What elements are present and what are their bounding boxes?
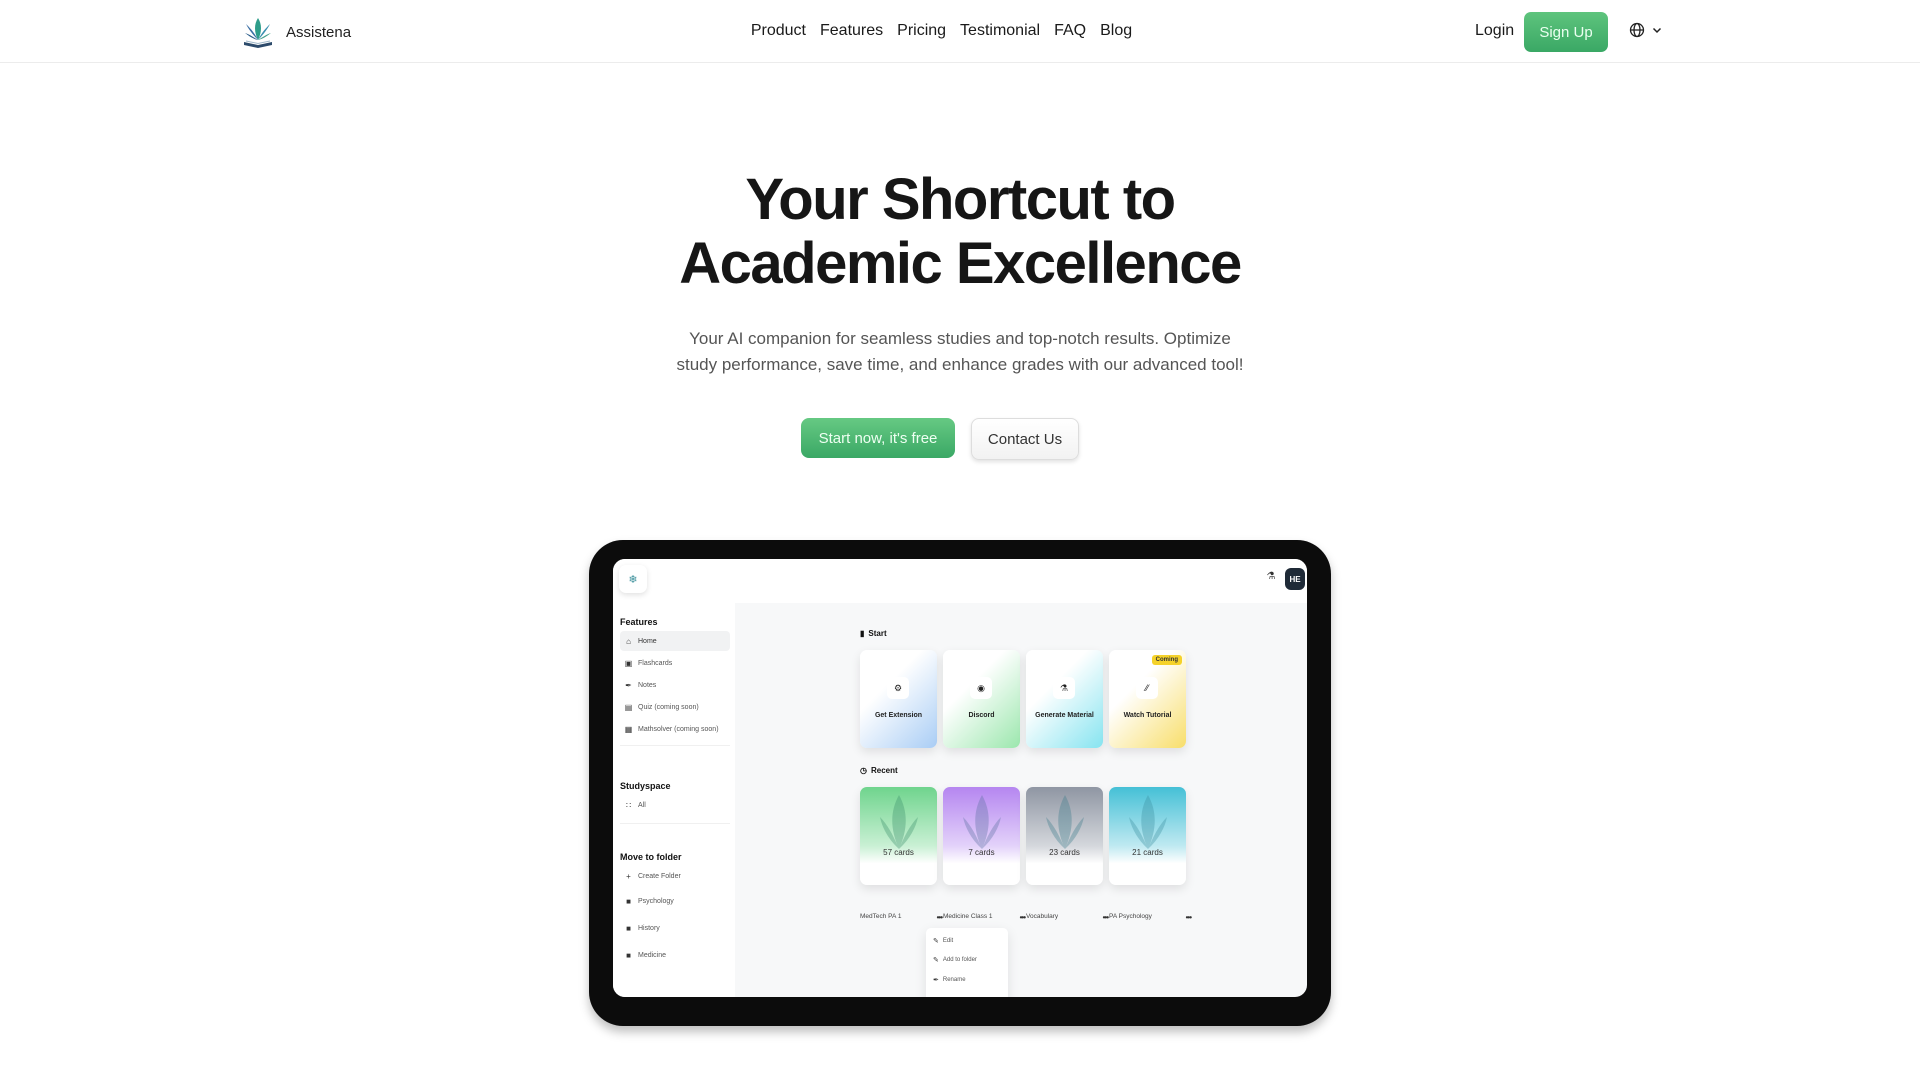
folder-icon: ■ <box>626 896 631 906</box>
app-logo-icon: ❄ <box>619 565 647 593</box>
deck-card: 23 cards <box>1026 787 1103 885</box>
more-options-icon: ••• <box>1185 913 1192 922</box>
app-screenshot: ❄ ⚗ HE Features ⌂ Home ▣ Flashcards ✒ Notes… <box>613 559 1307 997</box>
calculator-icon: ▦ <box>624 724 633 734</box>
deck-card: 7 cards <box>943 787 1020 885</box>
grid-icon: ∷ <box>625 800 632 810</box>
sidebar-item-history: ■ History <box>620 918 730 938</box>
globe-icon <box>1629 22 1645 38</box>
nav-link-faq[interactable]: FAQ <box>1054 22 1086 40</box>
deck-name-row: Medicine Class 1 ••• <box>943 913 1026 922</box>
start-card-discord: ◉ Discord <box>943 650 1020 748</box>
app-sidebar: Features ⌂ Home ▣ Flashcards ✒ Notes ▤ Quiz … <box>613 603 735 997</box>
login-link[interactable]: Login <box>1475 22 1514 40</box>
leaf-icon <box>963 795 1001 849</box>
nav-link-product[interactable]: Product <box>751 22 806 40</box>
deck-context-menu: ✎ Edit ✎ Add to folder ✒ Rename <box>926 928 1008 997</box>
sidebar-divider <box>620 745 730 746</box>
sidebar-item-mathsolver: ▦ Mathsolver (coming soon) <box>624 724 719 734</box>
deck-card: 57 cards <box>860 787 937 885</box>
sidebar-item-psychology: ■ Psychology <box>620 891 730 911</box>
context-item-rename: ✒ Rename <box>933 977 966 984</box>
top-navbar: Assistena Product Features Pricing Testi… <box>0 0 1920 63</box>
sidebar-heading-features: Features <box>620 617 658 627</box>
sidebar-heading-folders: Move to folder <box>620 852 682 862</box>
deck-card: 21 cards <box>1109 787 1186 885</box>
nav-link-features[interactable]: Features <box>820 22 883 40</box>
context-item-edit: ✎ Edit <box>933 938 954 945</box>
clock-icon: ◷ <box>860 766 867 775</box>
sidebar-item-medicine: ■ Medicine <box>620 945 730 965</box>
hero-title-line-1: Your Shortcut to <box>745 167 1176 232</box>
hero-subtitle-line-1: Your AI companion for seamless studies a… <box>689 329 1231 348</box>
start-card-watch-tutorial: Coming ⁄⁄ Watch Tutorial <box>1109 650 1186 748</box>
sidebar-item-quiz: ▤ Quiz (coming soon) <box>624 702 699 712</box>
discord-icon: ◉ <box>970 677 992 699</box>
deck-name-row: Vocabulary ••• <box>1026 913 1109 922</box>
sidebar-item-flashcards: ▣ Flashcards <box>624 658 673 668</box>
hero-cta-group: Start now, it's free Contact Us <box>0 418 1920 460</box>
start-card-get-extension: ⚙ Get Extension <box>860 650 937 748</box>
tablet-mockup: ❄ ⚗ HE Features ⌂ Home ▣ Flashcards ✒ Notes… <box>589 540 1331 1026</box>
avatar: HE <box>1285 568 1305 590</box>
sidebar-item-all: ∷ All <box>625 800 646 810</box>
puzzle-icon: ⚙ <box>887 677 909 699</box>
quiz-icon: ▤ <box>624 702 633 712</box>
sidebar-heading-studyspace: Studyspace <box>620 781 671 791</box>
recent-heading: ◷ Recent <box>860 766 898 775</box>
edit-icon: ✎ <box>933 938 939 945</box>
chevron-down-icon <box>1652 27 1662 34</box>
hero-subtitle: Your AI companion for seamless studies a… <box>0 326 1920 378</box>
more-options-icon: ••• <box>936 913 943 922</box>
flashcards-icon: ▣ <box>624 658 633 668</box>
deck-name-row: PA Psychology ••• <box>1109 913 1192 922</box>
hero-subtitle-line-2: study performance, save time, and enhanc… <box>676 355 1244 374</box>
context-item-add-to-folder: ✎ Add to folder <box>933 957 977 964</box>
sidebar-item-create-folder: + Create Folder <box>620 866 730 886</box>
signup-button[interactable]: Sign Up <box>1524 12 1608 52</box>
sidebar-divider <box>620 823 730 824</box>
edit-icon: ✎ <box>933 957 939 964</box>
book-icon: ▮ <box>860 629 865 638</box>
start-heading: ▮ Start <box>860 629 887 638</box>
nav-link-testimonial[interactable]: Testimonial <box>960 22 1040 40</box>
app-topbar: ❄ ⚗ HE <box>613 559 1307 603</box>
nav-link-blog[interactable]: Blog <box>1100 22 1132 40</box>
sidebar-item-home: ⌂ Home <box>620 631 730 651</box>
tutorial-icon: ⁄⁄ <box>1136 677 1158 699</box>
plus-icon: + <box>626 871 631 881</box>
leaf-icon <box>1129 795 1167 849</box>
language-selector[interactable] <box>1629 22 1663 38</box>
hero-title-line-2: Academic Excellence <box>679 231 1242 296</box>
hero-title: Your Shortcut to Academic Excellence <box>0 168 1920 296</box>
coming-badge: Coming <box>1151 655 1182 665</box>
deck-name-row: MedTech PA 1 ••• <box>860 913 943 922</box>
folder-icon: ■ <box>626 923 631 933</box>
more-options-icon: ••• <box>1019 913 1026 922</box>
rename-icon: ✒ <box>933 977 939 984</box>
contact-us-button[interactable]: Contact Us <box>971 418 1079 460</box>
home-icon: ⌂ <box>626 636 631 646</box>
start-card-generate-material: ⚗ Generate Material <box>1026 650 1103 748</box>
leaf-icon <box>880 795 918 849</box>
flask-icon: ⚗ <box>1053 677 1075 699</box>
start-free-button[interactable]: Start now, it's free <box>801 418 955 458</box>
flask-icon: ⚗ <box>1266 571 1276 582</box>
leaf-icon <box>1046 795 1084 849</box>
pen-icon: ✒ <box>625 680 632 690</box>
nav-link-pricing[interactable]: Pricing <box>897 22 946 40</box>
sidebar-item-notes: ✒ Notes <box>625 680 657 690</box>
folder-icon: ■ <box>626 950 631 960</box>
more-options-icon: ••• <box>1102 913 1109 922</box>
